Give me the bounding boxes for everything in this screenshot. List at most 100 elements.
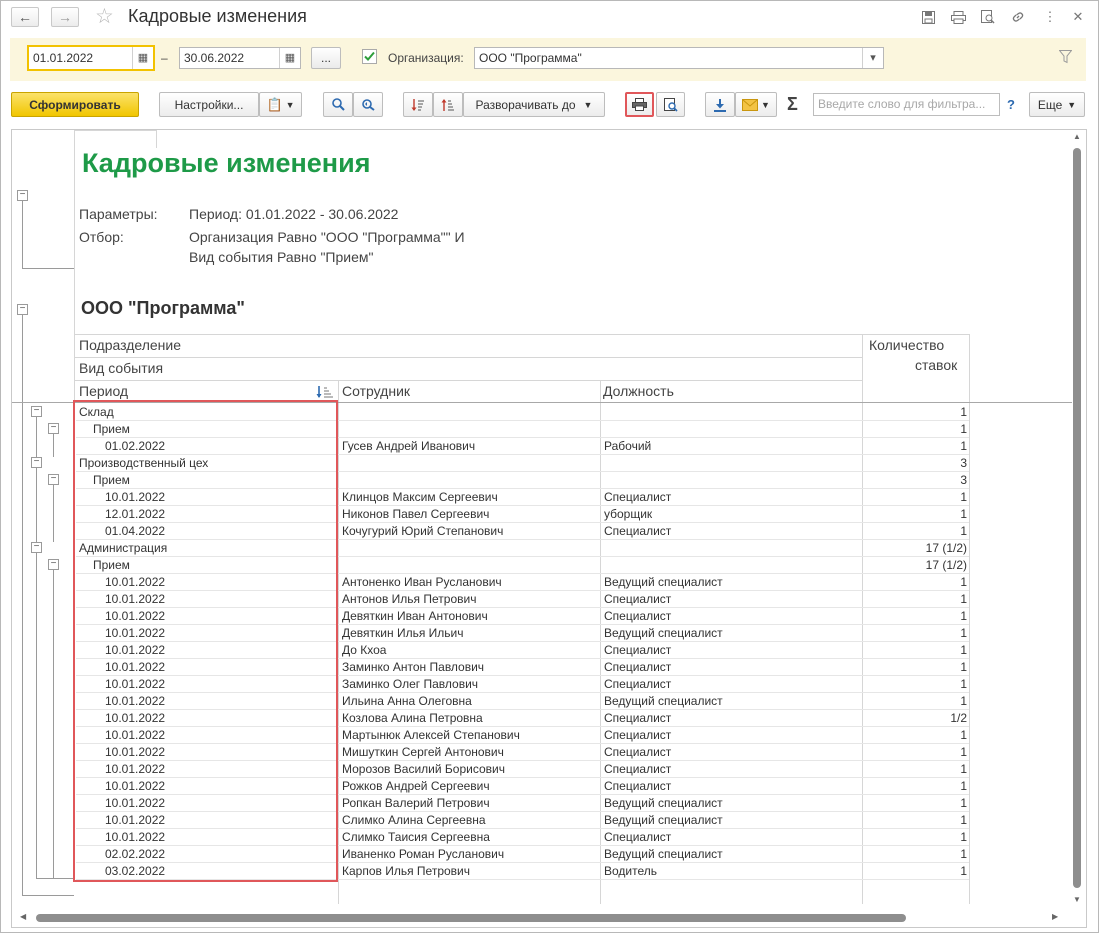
collapse-icon[interactable]: − (31, 406, 42, 417)
search-icon (331, 98, 345, 111)
print-icon[interactable] (949, 8, 967, 26)
expand-to-label: Разворачивать до (475, 97, 576, 112)
report-document[interactable]: − − Кадровые изменения Параметры: Период… (11, 129, 1087, 928)
collapse-icon[interactable]: − (31, 457, 42, 468)
cell-c4: 1 (960, 609, 967, 623)
date-to-field[interactable]: 30.06.2022 ▦ (179, 47, 301, 69)
print-preview-button[interactable] (656, 92, 685, 117)
date-from-field[interactable]: 01.01.2022 ▦ (27, 45, 155, 71)
scroll-up-icon[interactable]: ▲ (1073, 132, 1081, 141)
calendar-icon[interactable]: ▦ (279, 48, 300, 68)
back-button[interactable]: ← (11, 7, 39, 27)
settings-button[interactable]: Настройки... (159, 92, 259, 117)
save-to-file-button[interactable] (705, 92, 735, 117)
sort-ascending-icon (411, 98, 424, 111)
forward-button[interactable]: → (51, 7, 79, 27)
collapse-icon[interactable]: − (48, 423, 59, 434)
close-icon[interactable]: ✕ (1069, 8, 1087, 26)
calendar-icon[interactable]: ▦ (132, 47, 153, 69)
organization-checkbox[interactable] (362, 49, 377, 64)
tree-line (53, 878, 74, 879)
expand-to-dropdown[interactable]: Разворачивать до ▼ (463, 92, 605, 117)
scroll-left-icon[interactable]: ◀ (20, 912, 26, 921)
cell-c4: 1 (960, 524, 967, 538)
report-variants-icon: 📋 (266, 96, 283, 112)
help-icon[interactable]: ? (1007, 97, 1015, 112)
cell-c4: 1 (960, 864, 967, 878)
print-button[interactable] (625, 92, 654, 117)
send-email-dropdown[interactable]: ▼ (735, 92, 777, 117)
collapse-icon[interactable]: − (31, 542, 42, 553)
sort-descending-icon (441, 98, 454, 111)
filter-funnel-icon[interactable] (1058, 50, 1073, 67)
cell-c2: Антонов Илья Петрович (342, 592, 477, 606)
cell-c2: Антоненко Иван Русланович (342, 575, 502, 589)
collapse-icon[interactable]: − (48, 474, 59, 485)
cell-c2: Козлова Алина Петровна (342, 711, 483, 725)
cell-c3: Специалист (604, 643, 672, 657)
cell-c4: 3 (960, 456, 967, 470)
date-separator: – (161, 51, 168, 65)
tree-line (36, 468, 37, 542)
cell-c3: Ведущий специалист (604, 626, 723, 640)
cell-c2: Девяткин Илья Ильич (342, 626, 464, 640)
filter-label: Отбор: (79, 229, 124, 245)
cell-c3: Специалист (604, 524, 672, 538)
cell-c4: 3 (960, 473, 967, 487)
cell-c4: 1 (960, 490, 967, 504)
find-button[interactable] (323, 92, 353, 117)
generate-button[interactable]: Сформировать (11, 92, 139, 117)
chevron-down-icon[interactable]: ▾ (862, 48, 883, 68)
cell-c4: 1 (960, 728, 967, 742)
tree-line (53, 434, 54, 457)
save-icon[interactable] (919, 8, 937, 26)
cell-c3: Специалист (604, 490, 672, 504)
more-menu-button[interactable]: Еще ▼ (1029, 92, 1085, 117)
cell-c4: 1 (960, 830, 967, 844)
window-title: Кадровые изменения (128, 6, 307, 26)
cell-c2: Рожков Андрей Сергеевич (342, 779, 490, 793)
header-division: Подразделение (79, 337, 182, 353)
cell-c4: 1 (960, 575, 967, 589)
cell-c3: Специалист (604, 762, 672, 776)
menu-dots-icon[interactable]: ⋮ (1041, 8, 1059, 26)
scroll-right-icon[interactable]: ▶ (1052, 912, 1058, 921)
cell-c4: 1 (960, 507, 967, 521)
cell-c4: 1 (960, 439, 967, 453)
find-next-button[interactable] (353, 92, 383, 117)
preview-icon[interactable] (979, 8, 997, 26)
link-icon[interactable] (1009, 8, 1027, 26)
header-rate-line2: ставок (915, 357, 958, 373)
vertical-scrollbar[interactable] (1073, 148, 1081, 888)
header-period[interactable]: Период (79, 383, 128, 399)
cell-c3: Водитель (604, 864, 658, 878)
sum-icon[interactable]: Σ (787, 94, 798, 115)
collapse-icon[interactable]: − (17, 190, 28, 201)
date-to-value: 30.06.2022 (184, 51, 245, 65)
organization-select[interactable]: ООО "Программа" ▾ (474, 47, 884, 69)
sort-descending-button[interactable] (433, 92, 463, 117)
tree-line (22, 268, 74, 269)
arrow-right-icon: → (58, 9, 72, 25)
filter-search-input[interactable]: Введите слово для фильтра... (813, 93, 1000, 116)
cell-c3: Специалист (604, 830, 672, 844)
cell-c4: 1 (960, 660, 967, 674)
cell-c4: 1 (960, 626, 967, 640)
scroll-down-icon[interactable]: ▼ (1073, 895, 1081, 904)
horizontal-scrollbar[interactable] (36, 914, 906, 922)
favorite-star-icon[interactable]: ☆ (95, 4, 114, 29)
sort-ascending-button[interactable] (403, 92, 433, 117)
select-period-button[interactable]: ... (311, 47, 341, 69)
cell-c3: Специалист (604, 728, 672, 742)
collapse-icon[interactable]: − (48, 559, 59, 570)
cell-c2: Заминко Олег Павлович (342, 677, 479, 691)
print-preview-icon (663, 97, 678, 112)
envelope-icon (742, 98, 759, 111)
variants-dropdown-button[interactable]: 📋 ▼ (259, 92, 302, 117)
chevron-down-icon: ▼ (583, 99, 593, 110)
collapse-icon[interactable]: − (17, 304, 28, 315)
cell-c4: 17 (1/2) (925, 558, 967, 572)
cell-c3: Ведущий специалист (604, 847, 723, 861)
header-rate-line1: Количество (869, 337, 945, 353)
cell-c4: 1 (960, 694, 967, 708)
